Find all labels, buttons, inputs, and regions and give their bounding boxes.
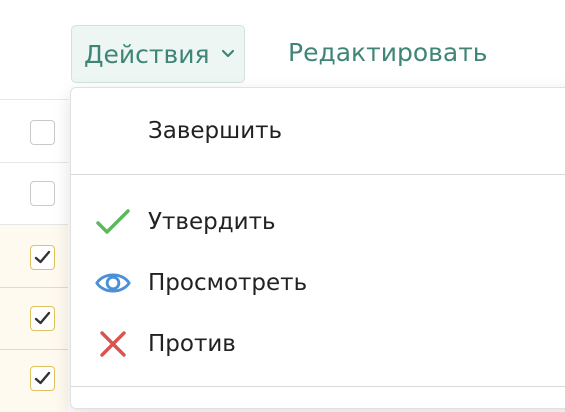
actions-dropdown-button[interactable]: Действия [71, 25, 245, 83]
table-row [0, 100, 68, 162]
table-row [0, 288, 68, 350]
table-checkbox-column [0, 99, 68, 412]
row-checkbox[interactable] [30, 120, 55, 145]
menu-divider [71, 174, 565, 175]
menu-divider [71, 386, 565, 387]
menu-item-complete[interactable]: Завершить [71, 102, 565, 160]
table-row [0, 225, 68, 287]
chevron-down-icon [220, 46, 236, 62]
menu-item-label: Завершить [148, 118, 283, 144]
row-checkbox-checked[interactable] [30, 245, 55, 270]
check-mark-icon [34, 250, 51, 264]
menu-item-label: Просмотреть [148, 270, 308, 296]
menu-item-label: Против [148, 331, 236, 357]
checkmark-icon [95, 204, 131, 240]
actions-dropdown-menu: Завершить Утвердить Просмотреть Против [70, 87, 565, 409]
menu-item-against[interactable]: Против [71, 315, 565, 373]
edit-link[interactable]: Редактировать [288, 38, 488, 67]
check-mark-icon [34, 311, 51, 325]
row-checkbox-checked[interactable] [30, 306, 55, 331]
menu-item-view[interactable]: Просмотреть [71, 254, 565, 312]
toolbar: Действия Редактировать [0, 0, 565, 92]
table-row [0, 163, 68, 225]
actions-button-label: Действия [84, 39, 210, 69]
menu-item-approve[interactable]: Утвердить [71, 193, 565, 251]
table-row [0, 350, 68, 412]
menu-item-label: Утвердить [148, 209, 276, 235]
row-checkbox-checked[interactable] [30, 366, 55, 391]
check-mark-icon [34, 371, 51, 385]
eye-icon [95, 265, 131, 301]
row-checkbox[interactable] [30, 181, 55, 206]
cross-icon [95, 326, 131, 362]
